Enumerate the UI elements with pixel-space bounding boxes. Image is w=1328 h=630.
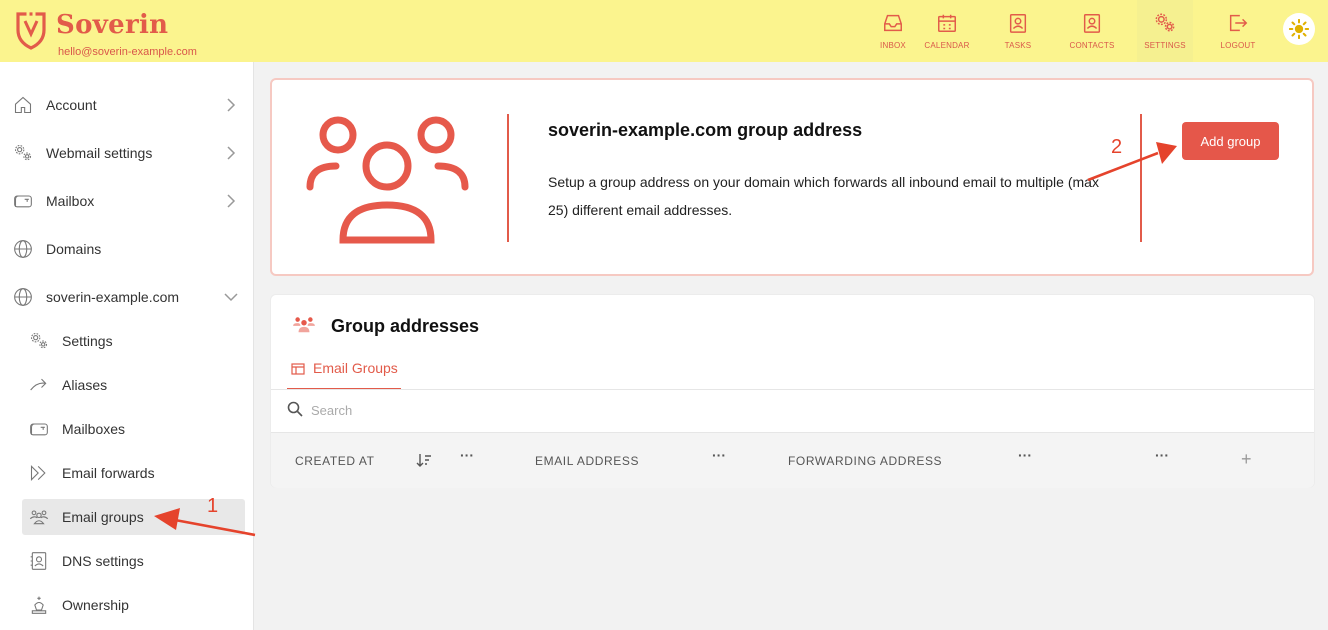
section-title: Group addresses: [331, 316, 480, 336]
divider: [1140, 114, 1142, 242]
crown-icon: [28, 594, 50, 616]
globe-icon: [12, 238, 34, 260]
gears-icon: [12, 142, 34, 164]
logo[interactable]: Soverin: [14, 10, 168, 50]
sun-icon: [1289, 19, 1309, 39]
sidebar-item-domains[interactable]: Domains: [0, 231, 254, 267]
search-input[interactable]: [311, 399, 911, 421]
search-icon: [287, 401, 303, 417]
nav-calendar[interactable]: CALENDAR: [920, 0, 974, 62]
sidebar-item-label: Email forwards: [62, 465, 155, 481]
column-menu-icon[interactable]: ···: [712, 447, 726, 463]
sidebar-item-label: soverin-example.com: [46, 289, 180, 305]
sidebar: Account Webmail settings Mailbox Domains…: [0, 62, 254, 630]
add-column-icon[interactable]: +: [1241, 449, 1252, 470]
sidebar-item-webmail-settings[interactable]: Webmail settings: [0, 135, 254, 171]
user-email: hello@soverin-example.com: [58, 46, 197, 58]
chevron-down-icon: [224, 290, 238, 304]
tab-label: Email Groups: [313, 360, 398, 376]
nav-label: SETTINGS: [1144, 41, 1186, 50]
group-icon: [28, 506, 50, 528]
chevron-right-icon: [224, 98, 238, 112]
arrow-icon: [28, 374, 50, 396]
globe-icon: [12, 286, 34, 308]
table-icon: [291, 363, 305, 375]
sidebar-item-label: Domains: [46, 241, 102, 257]
inbox-icon: [884, 14, 902, 32]
nav-label: CALENDAR: [924, 41, 970, 50]
annotation-number-1: 1: [207, 495, 219, 517]
nav-label: LOGOUT: [1220, 41, 1256, 50]
column-menu-icon[interactable]: ···: [1155, 447, 1169, 463]
settings-icon: [1155, 13, 1175, 32]
contacts-icon: [1083, 14, 1101, 33]
sidebar-item-label: Account: [46, 97, 97, 113]
logout-icon: [1229, 14, 1248, 32]
sidebar-subitem-ownership[interactable]: Ownership: [0, 587, 254, 623]
nav-inbox[interactable]: INBOX: [866, 0, 920, 62]
tab-email-groups[interactable]: Email Groups: [287, 353, 401, 390]
nav-contacts[interactable]: CONTACTS: [1060, 0, 1124, 62]
group-icon: [293, 317, 315, 333]
card-title: soverin-example.com group address: [548, 120, 863, 140]
sidebar-item-label: Email groups: [62, 509, 144, 525]
sidebar-item-label: Mailboxes: [62, 421, 126, 437]
card-description: Setup a group address on your domain whi…: [548, 174, 1099, 218]
tab-divider: [271, 389, 1314, 390]
mailbox-icon: [12, 190, 34, 212]
nav-label: TASKS: [1004, 41, 1032, 50]
brand-name: Soverin: [56, 10, 169, 40]
group-large-icon: [306, 116, 469, 244]
sidebar-subitem-mailboxes[interactable]: Mailboxes: [0, 411, 254, 447]
gears-icon: [28, 330, 50, 352]
nav-tasks[interactable]: TASKS: [990, 0, 1046, 62]
column-menu-icon[interactable]: ···: [1018, 447, 1032, 463]
sidebar-item-label: Settings: [62, 333, 113, 349]
sidebar-subitem-dns-settings[interactable]: DNS settings: [0, 543, 254, 579]
sort-icon[interactable]: [416, 452, 432, 468]
sidebar-item-label: Webmail settings: [46, 145, 153, 161]
group-addresses-card: Group addresses Email Groups CREATED AT …: [270, 294, 1315, 488]
calendar-icon: [938, 14, 956, 32]
divider: [507, 114, 509, 242]
sidebar-item-label: Aliases: [62, 377, 108, 393]
column-menu-icon[interactable]: ···: [460, 447, 474, 463]
chevron-right-icon: [224, 194, 238, 208]
sidebar-item-domain[interactable]: soverin-example.com: [0, 279, 254, 315]
nav-logout[interactable]: LOGOUT: [1212, 0, 1264, 62]
column-created-at[interactable]: CREATED AT: [295, 454, 375, 468]
sidebar-item-label: Ownership: [62, 597, 129, 613]
add-group-button[interactable]: Add group: [1182, 122, 1279, 160]
sidebar-subitem-aliases[interactable]: Aliases: [0, 367, 254, 403]
column-forwarding-address[interactable]: FORWARDING ADDRESS: [788, 454, 942, 468]
mailbox-icon: [28, 418, 50, 440]
nav-label: INBOX: [880, 41, 906, 50]
column-email-address[interactable]: EMAIL ADDRESS: [535, 454, 639, 468]
nav-label: CONTACTS: [1069, 41, 1115, 50]
shield-logo-icon: [16, 10, 46, 50]
nav-settings[interactable]: SETTINGS: [1137, 0, 1193, 62]
house-icon: [12, 94, 34, 116]
sidebar-item-mailbox[interactable]: Mailbox: [0, 183, 254, 219]
sidebar-subitem-settings[interactable]: Settings: [0, 323, 254, 359]
sidebar-subitem-email-forwards[interactable]: Email forwards: [0, 455, 254, 491]
annotation-number-2: 2: [1111, 136, 1123, 158]
dns-icon: [28, 550, 50, 572]
sidebar-item-label: Mailbox: [46, 193, 95, 209]
top-bar: Soverin hello@soverin-example.com INBOX …: [0, 0, 1328, 62]
group-info-card: soverin-example.com group address Setup …: [270, 78, 1314, 276]
forward-icon: [28, 462, 50, 484]
sidebar-item-account[interactable]: Account: [0, 87, 254, 123]
table-header: CREATED AT ··· EMAIL ADDRESS ··· FORWARD…: [271, 432, 1314, 488]
tasks-icon: [1009, 14, 1027, 33]
theme-toggle-button[interactable]: [1283, 13, 1315, 45]
sidebar-item-label: DNS settings: [62, 553, 144, 569]
chevron-right-icon: [224, 146, 238, 160]
